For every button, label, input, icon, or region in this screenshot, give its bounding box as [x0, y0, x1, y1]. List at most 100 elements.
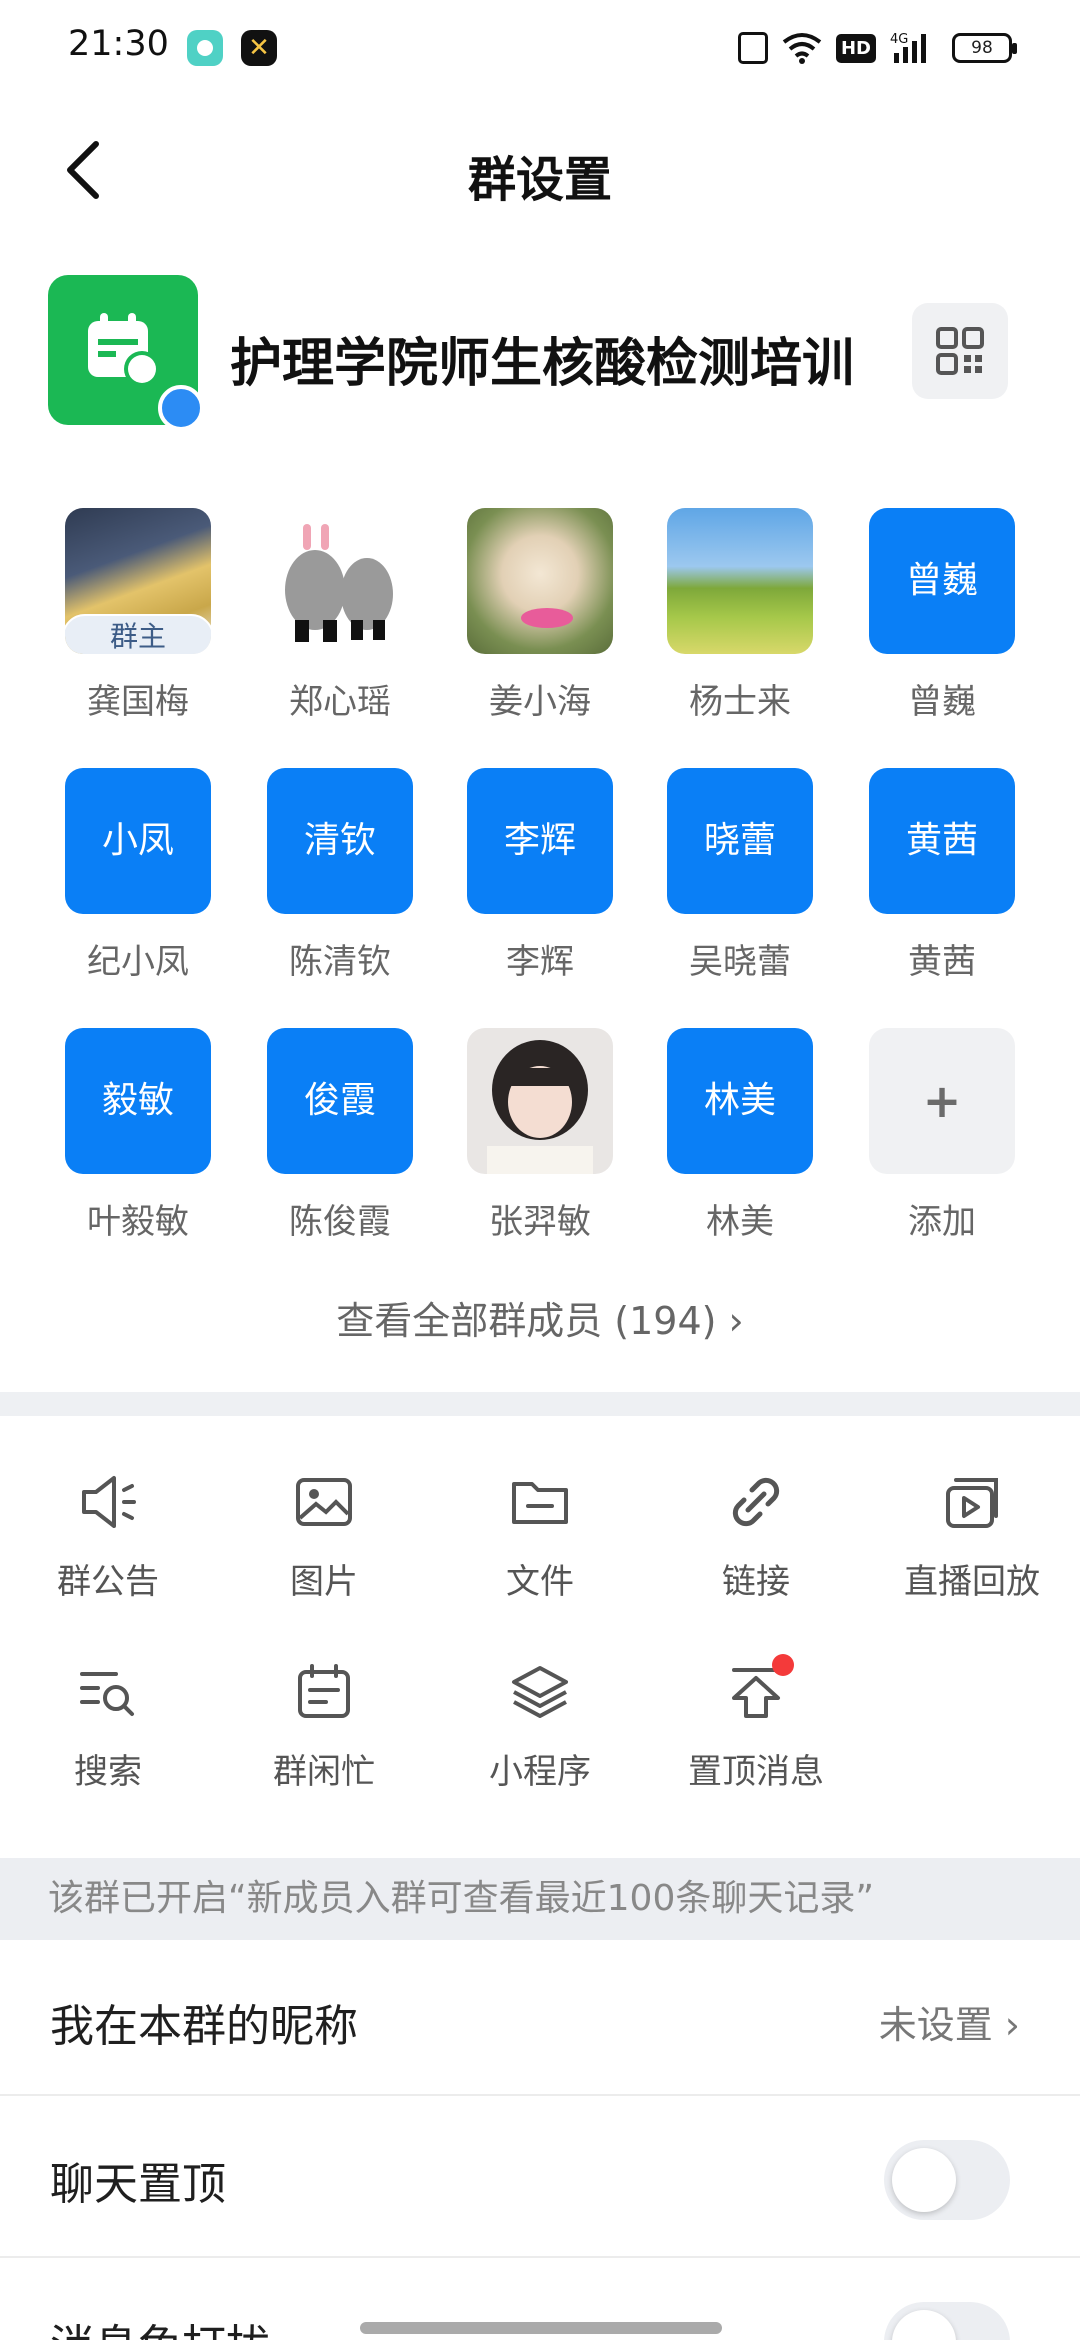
- unread-dot: [772, 1654, 794, 1676]
- pin-chat-row: 聊天置顶: [0, 2098, 1080, 2258]
- func-label: 置顶消息: [688, 1752, 824, 1792]
- group-name[interactable]: 护理学院师生核酸检测培训: [230, 321, 854, 396]
- func-label: 搜索: [74, 1752, 142, 1792]
- member-avatar: 群主: [65, 508, 211, 654]
- member-name: 林美: [706, 1202, 774, 1242]
- member-item[interactable]: 毅敏 叶毅敏: [48, 1028, 228, 1243]
- qr-code-icon: [936, 327, 984, 375]
- search-list-icon: [80, 1672, 134, 1716]
- svg-text:4G: 4G: [890, 32, 908, 47]
- member-avatar: [267, 508, 413, 654]
- func-label: 链接: [722, 1562, 790, 1602]
- func-label: 小程序: [489, 1752, 591, 1792]
- status-bar: 21:30 ✕ HD 4G 98: [0, 0, 1080, 96]
- qr-code-button[interactable]: [912, 303, 1008, 399]
- replay-icon: [946, 1478, 998, 1528]
- member-item[interactable]: 郑心瑶: [250, 508, 430, 723]
- images-button[interactable]: 图片: [216, 1470, 432, 1603]
- member-name: 纪小凤: [87, 942, 189, 982]
- member-item[interactable]: 曾巍 曾巍: [852, 508, 1032, 723]
- member-name: 郑心瑶: [289, 682, 391, 722]
- header: 群设置: [0, 110, 1080, 230]
- battery-icon: 98: [952, 33, 1017, 63]
- member-item[interactable]: 晓蕾 吴晓蕾: [650, 768, 830, 983]
- func-label: 文件: [506, 1562, 574, 1602]
- group-info: 护理学院师生核酸检测培训: [48, 275, 1018, 455]
- member-item[interactable]: 林美 林美: [650, 1028, 830, 1243]
- setting-label: 消息免打扰: [50, 2310, 270, 2340]
- member-item[interactable]: 黄茜 黄茜: [852, 768, 1032, 983]
- member-item[interactable]: 俊霞 陈俊霞: [250, 1028, 430, 1243]
- plus-icon: +: [869, 1028, 1015, 1174]
- member-name: 叶毅敏: [87, 1202, 189, 1242]
- folder-icon: [512, 1482, 568, 1524]
- member-avatar: 小凤: [65, 768, 211, 914]
- member-name: 黄茜: [908, 942, 976, 982]
- capcut-app-icon: ✕: [241, 30, 277, 66]
- signal-icon: 4G: [890, 31, 938, 65]
- nickname-row[interactable]: 我在本群的昵称 未设置 ›: [0, 1940, 1080, 2096]
- megaphone-icon: [82, 1476, 136, 1528]
- live-replay-button[interactable]: 直播回放: [864, 1470, 1080, 1603]
- pin-chat-toggle[interactable]: [884, 2140, 1010, 2220]
- edit-icon[interactable]: [158, 385, 226, 455]
- member-avatar: 黄茜: [869, 768, 1015, 914]
- member-name: 李辉: [506, 942, 574, 982]
- func-label: 直播回放: [904, 1562, 1040, 1602]
- func-label: 群闲忙: [273, 1752, 375, 1792]
- member-item[interactable]: 杨士来: [650, 508, 830, 723]
- member-item[interactable]: 小凤 纪小凤: [48, 768, 228, 983]
- wifi-icon: [782, 32, 822, 64]
- add-member-button[interactable]: + 添加: [852, 1028, 1032, 1243]
- mini-program-button[interactable]: 小程序: [432, 1660, 648, 1793]
- member-name: 曾巍: [908, 682, 976, 722]
- link-icon: [732, 1477, 780, 1527]
- vibrate-icon: [737, 32, 768, 64]
- owner-badge: 群主: [65, 614, 211, 654]
- member-item[interactable]: 李辉 李辉: [450, 768, 630, 983]
- member-name: 吴晓蕾: [689, 942, 791, 982]
- search-button[interactable]: 搜索: [0, 1660, 216, 1793]
- member-name: 姜小海: [489, 682, 591, 722]
- member-avatar: [467, 1028, 613, 1174]
- member-name: 杨士来: [689, 682, 791, 722]
- dnd-toggle[interactable]: [884, 2302, 1010, 2340]
- member-item[interactable]: 姜小海: [450, 508, 630, 723]
- member-item[interactable]: 群主 龚国梅: [48, 508, 228, 723]
- availability-button[interactable]: 群闲忙: [216, 1660, 432, 1793]
- func-label: 群公告: [57, 1562, 159, 1602]
- member-avatar: 林美: [667, 1028, 813, 1174]
- member-avatar: 毅敏: [65, 1028, 211, 1174]
- pinned-messages-button[interactable]: 置顶消息: [648, 1654, 864, 1793]
- status-time: 21:30: [68, 24, 169, 64]
- member-avatar: 李辉: [467, 768, 613, 914]
- nickname-value: 未设置 ›: [878, 2003, 1020, 2047]
- announcement-button[interactable]: 群公告: [0, 1470, 216, 1603]
- page-title: 群设置: [467, 152, 612, 208]
- files-button[interactable]: 文件: [432, 1470, 648, 1603]
- member-item[interactable]: 张羿敏: [450, 1028, 630, 1243]
- view-all-members-link[interactable]: 查看全部群成员 (194) ›: [0, 1290, 1080, 1345]
- setting-label: 聊天置顶: [50, 2159, 226, 2210]
- links-button[interactable]: 链接: [648, 1470, 864, 1603]
- member-name: 添加: [908, 1202, 976, 1242]
- member-name: 龚国梅: [87, 682, 189, 722]
- group-avatar[interactable]: [48, 275, 226, 455]
- member-avatar: [467, 508, 613, 654]
- home-indicator[interactable]: [360, 2322, 722, 2334]
- layers-icon: [512, 1666, 568, 1718]
- member-item[interactable]: 清钦 陈清钦: [250, 768, 430, 983]
- member-avatar: 清钦: [267, 768, 413, 914]
- image-icon: [296, 1478, 352, 1526]
- member-avatar: 曾巍: [869, 508, 1015, 654]
- setting-label: 我在本群的昵称: [50, 2001, 358, 2052]
- member-avatar: 俊霞: [267, 1028, 413, 1174]
- section-divider: [0, 1392, 1080, 1416]
- member-name: 陈俊霞: [289, 1202, 391, 1242]
- member-avatar: [667, 508, 813, 654]
- member-name: 张羿敏: [489, 1202, 591, 1242]
- member-avatar: 晓蕾: [667, 768, 813, 914]
- history-notice: 该群已开启“新成员入群可查看最近100条聊天记录”: [0, 1858, 1080, 1940]
- member-name: 陈清钦: [289, 942, 391, 982]
- notification-app-icon: [187, 30, 223, 66]
